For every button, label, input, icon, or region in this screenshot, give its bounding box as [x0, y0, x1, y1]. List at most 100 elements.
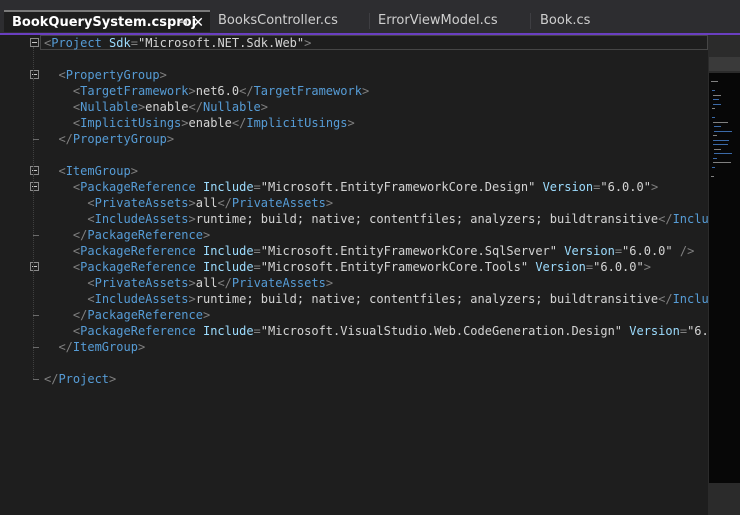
code-token: Version	[564, 244, 615, 258]
code-token: TargetFramework	[80, 84, 189, 98]
code-token: =	[253, 180, 261, 194]
code-token: >	[181, 116, 189, 130]
code-token: PrivateAssets	[231, 276, 326, 290]
tab-label: BookQuerySystem.csproj	[12, 15, 197, 30]
code-token: PrivateAssets	[94, 276, 189, 290]
code-token: >	[325, 276, 334, 290]
code-token: <	[87, 196, 95, 210]
code-line-text: <IncludeAssets>runtime; build; native; c…	[44, 211, 708, 227]
code-token: >	[188, 276, 196, 290]
code-line[interactable]: <PackageReference Include="Microsoft.Vis…	[0, 323, 708, 339]
code-line[interactable]: <IncludeAssets>runtime; build; native; c…	[0, 211, 708, 227]
code-token: "6.0.0"	[622, 244, 673, 258]
code-token: Include	[202, 260, 254, 274]
code-line[interactable]: <PrivateAssets>all</PrivateAssets>	[0, 275, 708, 291]
code-line[interactable]: </PackageReference>	[0, 307, 708, 323]
code-token: Include	[202, 324, 254, 338]
code-line-text: <PrivateAssets>all</PrivateAssets>	[44, 275, 333, 291]
tab-label: Book.cs	[540, 13, 591, 28]
code-line[interactable]: </ItemGroup>	[0, 339, 708, 355]
tab-label: BooksController.cs	[218, 13, 338, 28]
code-line[interactable]: <IncludeAssets>runtime; build; native; c…	[0, 291, 708, 307]
code-line[interactable]: </PackageReference>	[0, 227, 708, 243]
code-token: PrivateAssets	[94, 196, 189, 210]
code-token: </	[658, 212, 673, 226]
code-token: <	[58, 164, 66, 178]
code-line[interactable]: <PrivateAssets>all</PrivateAssets>	[0, 195, 708, 211]
code-line-text: <ImplicitUsings>enable</ImplicitUsings>	[44, 115, 355, 131]
minimap-line	[713, 157, 718, 159]
code-line[interactable]	[0, 147, 708, 163]
code-line[interactable]: <Nullable>enable</Nullable>	[0, 99, 708, 115]
tab-errorviewmodel-cs[interactable]: ErrorViewModel.cs	[370, 10, 528, 32]
tab-book-cs[interactable]: Book.cs	[532, 10, 632, 32]
code-token: PackageReference	[87, 228, 203, 242]
code-line-text: </Project>	[44, 371, 116, 387]
code-line[interactable]: </Project>	[0, 371, 708, 387]
fold-region-line	[33, 191, 35, 235]
code-token: Project	[58, 372, 110, 386]
code-token: PrivateAssets	[231, 196, 326, 210]
tab-bookscontroller-cs[interactable]: BooksController.cs	[210, 10, 368, 32]
code-token: PackageReference	[80, 260, 196, 274]
tab-separator	[530, 13, 531, 29]
code-token: Nullable	[80, 100, 138, 114]
code-line[interactable]: <PackageReference Include="Microsoft.Ent…	[0, 179, 708, 195]
scrollbar-thumb[interactable]	[709, 57, 740, 71]
code-token: "Microsoft.NET.Sdk.Web"	[137, 36, 305, 50]
code-token: >	[188, 292, 196, 306]
code-line[interactable]: <ItemGroup>	[0, 163, 708, 179]
minimap-line	[714, 130, 733, 132]
code-token: "Microsoft.EntityFrameworkCore.SqlServer…	[260, 244, 557, 258]
code-token: Version	[629, 324, 680, 338]
code-line[interactable]: <TargetFramework>net6.0</TargetFramework…	[0, 83, 708, 99]
pin-tab-icon[interactable]: ⊣	[178, 12, 188, 32]
code-token: net6.0	[195, 84, 240, 98]
code-token: all	[195, 196, 218, 210]
minimap-line	[712, 90, 716, 91]
code-line[interactable]	[0, 355, 708, 371]
minimap[interactable]	[709, 73, 740, 483]
code-token: >	[159, 68, 167, 82]
collapse-toggle-icon[interactable]	[30, 38, 39, 47]
code-line[interactable]: <Project Sdk="Microsoft.NET.Sdk.Web">	[0, 35, 708, 51]
code-line[interactable]: <PackageReference Include="Microsoft.Ent…	[0, 243, 708, 259]
minimap-line	[711, 81, 718, 82]
code-editor[interactable]: <Project Sdk="Microsoft.NET.Sdk.Web"> <P…	[0, 35, 708, 515]
code-line[interactable]	[0, 51, 708, 67]
code-token: =	[614, 244, 623, 258]
code-line[interactable]: </PropertyGroup>	[0, 131, 708, 147]
code-token: >	[188, 84, 196, 98]
code-token: >	[361, 84, 370, 98]
fold-region-end	[33, 235, 39, 236]
code-token: >	[325, 196, 334, 210]
minimap-line	[713, 135, 718, 136]
minimap-line	[713, 121, 729, 123]
close-tab-icon[interactable]: ✕	[192, 12, 204, 32]
code-line-text: <PrivateAssets>all</PrivateAssets>	[44, 195, 333, 211]
code-token: />	[679, 244, 695, 258]
code-token: <	[58, 68, 66, 82]
code-token: enable	[145, 100, 189, 114]
code-token: ItemGroup	[72, 340, 138, 354]
code-line-text: <PackageReference Include="Microsoft.Ent…	[44, 179, 658, 195]
code-line[interactable]: <ImplicitUsings>enable</ImplicitUsings>	[0, 115, 708, 131]
code-line[interactable]: <PropertyGroup>	[0, 67, 708, 83]
minimap-line	[714, 153, 733, 154]
code-token: =	[679, 324, 688, 338]
code-token: >	[650, 180, 659, 194]
code-token: </	[58, 132, 73, 146]
tab-bookquerysystem-csproj[interactable]: BookQuerySystem.csproj ⊣ ✕	[4, 10, 210, 32]
code-line[interactable]: <PackageReference Include="Microsoft.Ent…	[0, 259, 708, 275]
